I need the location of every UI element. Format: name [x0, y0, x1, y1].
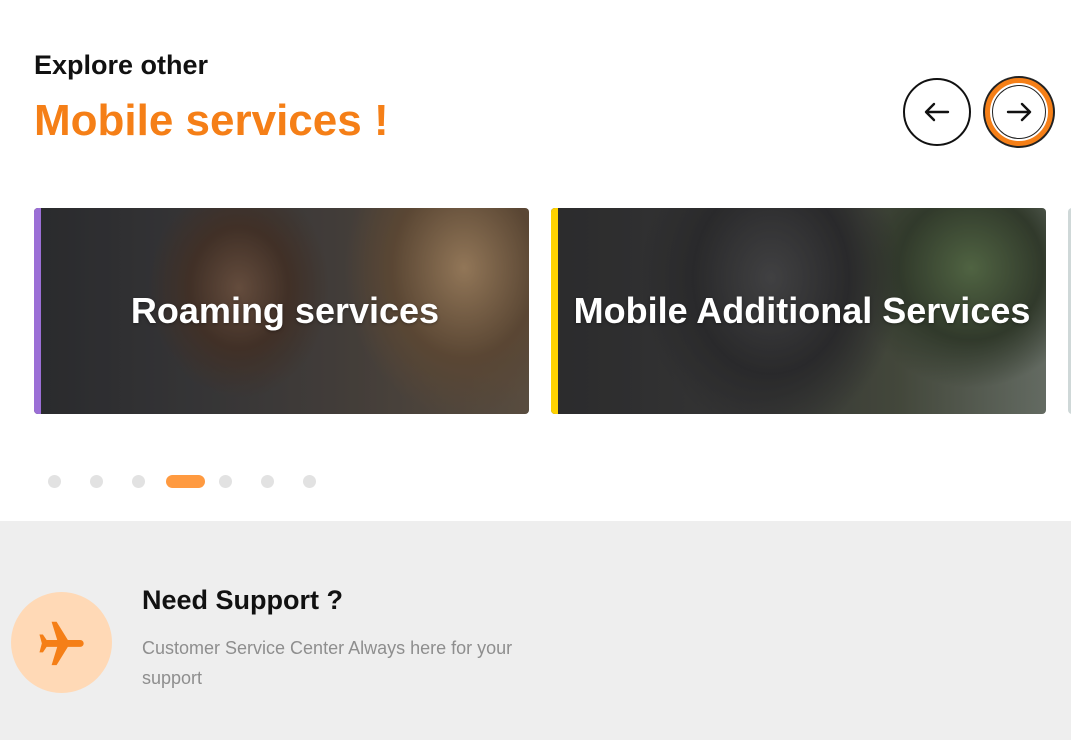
support-description: Customer Service Center Always here for …	[142, 638, 513, 688]
service-card-roaming[interactable]: Roaming services	[34, 208, 529, 414]
pagination-dot[interactable]	[303, 475, 316, 488]
support-section: Need Support ? Customer Service Center A…	[0, 521, 1071, 740]
card-title: Roaming services	[130, 290, 440, 331]
card-accent-bar	[34, 208, 41, 414]
carousel-next-button[interactable]	[985, 78, 1053, 146]
pagination-dot[interactable]	[48, 475, 61, 488]
section-eyebrow: Explore other	[34, 50, 209, 80]
arrow-left-icon	[924, 102, 950, 122]
pagination-dot[interactable]	[90, 475, 103, 488]
arrow-right-icon	[1006, 102, 1032, 122]
card-accent-bar	[551, 208, 558, 414]
card-title: Mobile Additional Services	[573, 290, 1031, 331]
airplane-icon	[38, 621, 84, 665]
pagination-dot[interactable]	[261, 475, 274, 488]
section-headline: Mobile services !	[34, 96, 389, 145]
support-icon-circle	[11, 592, 112, 693]
service-card-additional[interactable]: Mobile Additional Services	[551, 208, 1046, 414]
support-title: Need Support ?	[142, 585, 343, 615]
pagination-dot[interactable]	[219, 475, 232, 488]
pagination-dot-active[interactable]	[166, 475, 205, 488]
carousel-prev-button[interactable]	[903, 78, 971, 146]
explore-section: Explore other Mobile services ! Roaming …	[0, 0, 1071, 521]
pagination-dot[interactable]	[132, 475, 145, 488]
